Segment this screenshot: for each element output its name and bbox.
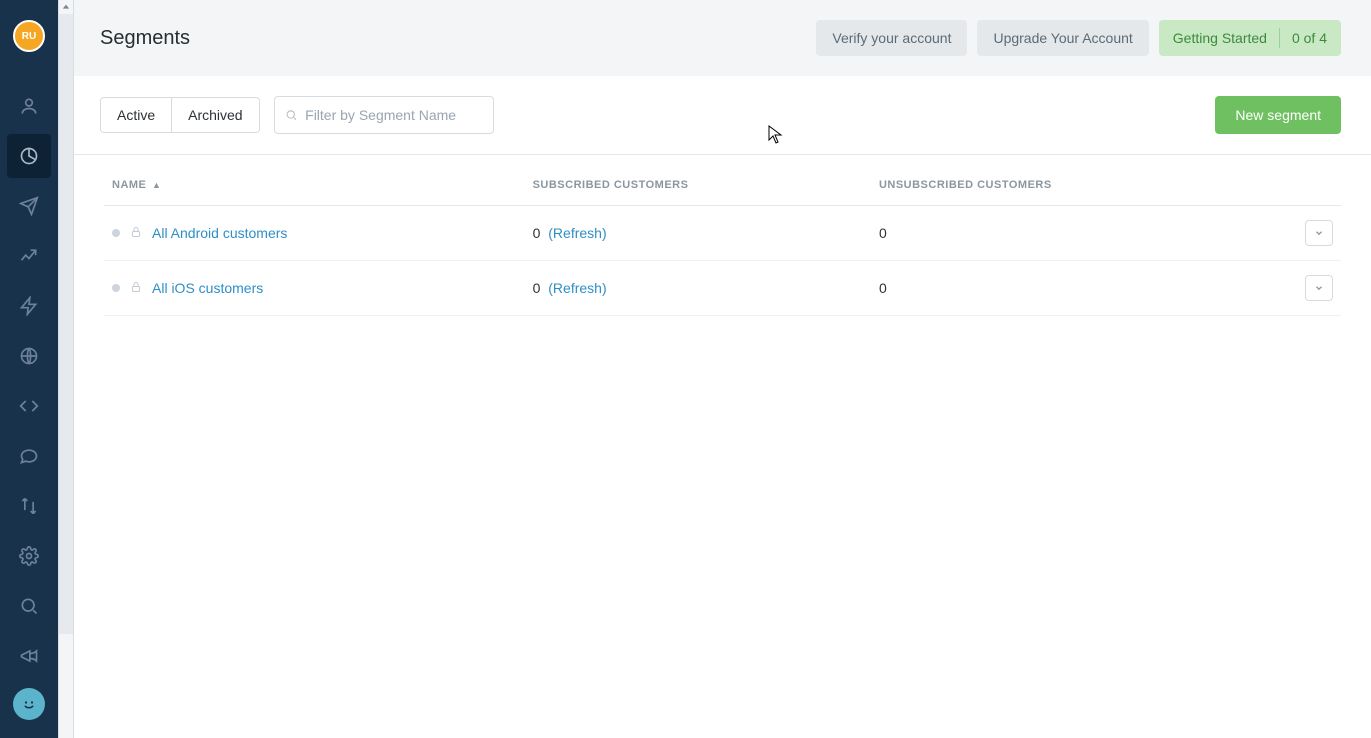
subscribed-count: 0 [533,280,541,296]
chevron-down-icon [1314,228,1324,238]
nav-code-icon[interactable] [7,384,51,428]
unsubscribed-count: 0 [879,280,887,296]
nav-settings-icon[interactable] [7,534,51,578]
tab-archived[interactable]: Archived [171,98,258,132]
nav-lightning-icon[interactable] [7,284,51,328]
name-cell: All Android customers [112,225,517,241]
scroll-track[interactable] [59,14,73,634]
col-header-subscribed[interactable]: Subscribed Customers [525,155,871,206]
divider [1279,28,1280,48]
row-menu-button[interactable] [1305,275,1333,301]
chevron-down-icon [1314,283,1324,293]
table-row: All Android customers 0 (Refresh) 0 [104,206,1341,261]
help-smiley-icon[interactable] [13,688,45,720]
segments-table: Name ▲ Subscribed Customers Unsubscribed… [104,155,1341,316]
refresh-link[interactable]: (Refresh) [548,225,606,241]
tab-group: Active Archived [100,97,260,133]
lock-icon [130,280,142,296]
nav-analytics-icon[interactable] [7,234,51,278]
upgrade-account-button[interactable]: Upgrade Your Account [977,20,1148,56]
status-dot-icon [112,284,120,292]
refresh-link[interactable]: (Refresh) [548,280,606,296]
subscribed-count: 0 [533,225,541,241]
main-content: Segments Verify your account Upgrade You… [74,0,1371,738]
segment-link[interactable]: All iOS customers [152,280,263,296]
nav-globe-icon[interactable] [7,334,51,378]
nav-search-icon[interactable] [7,584,51,628]
getting-started-label: Getting Started [1173,30,1267,46]
new-segment-button[interactable]: New segment [1215,96,1341,134]
segment-link[interactable]: All Android customers [152,225,287,241]
segments-table-wrap: Name ▲ Subscribed Customers Unsubscribed… [74,155,1371,738]
col-header-name[interactable]: Name ▲ [104,155,525,206]
scroll-up-arrow-icon[interactable] [59,0,73,14]
filter-input[interactable] [305,107,482,123]
getting-started-count: 0 of 4 [1292,30,1327,46]
search-icon [285,108,298,122]
avatar-initials: RU [22,31,36,42]
nav-chat-icon[interactable] [7,434,51,478]
controls-row: Active Archived New segment [74,76,1371,155]
lock-icon [130,225,142,241]
avatar[interactable]: RU [13,20,45,52]
nav-people-icon[interactable] [7,84,51,128]
name-cell: All iOS customers [112,280,517,296]
row-menu-button[interactable] [1305,220,1333,246]
col-header-unsubscribed[interactable]: Unsubscribed Customers [871,155,1217,206]
controls-left: Active Archived [100,96,494,134]
topbar: Segments Verify your account Upgrade You… [74,0,1371,76]
nav-megaphone-icon[interactable] [7,634,51,678]
tab-active[interactable]: Active [101,98,171,132]
scroll-gutter[interactable] [58,0,74,738]
getting-started-button[interactable]: Getting Started 0 of 4 [1159,20,1341,56]
sort-asc-icon: ▲ [152,180,161,190]
nav-transfer-icon[interactable] [7,484,51,528]
status-dot-icon [112,229,120,237]
page-title: Segments [100,27,190,50]
nav-segments-icon[interactable] [7,134,51,178]
nav-send-icon[interactable] [7,184,51,228]
verify-account-button[interactable]: Verify your account [816,20,967,56]
filter-search[interactable] [274,96,494,134]
table-row: All iOS customers 0 (Refresh) 0 [104,261,1341,316]
unsubscribed-count: 0 [879,225,887,241]
topbar-actions: Verify your account Upgrade Your Account… [816,20,1341,56]
sidebar: RU [0,0,58,738]
col-header-actions [1217,155,1341,206]
